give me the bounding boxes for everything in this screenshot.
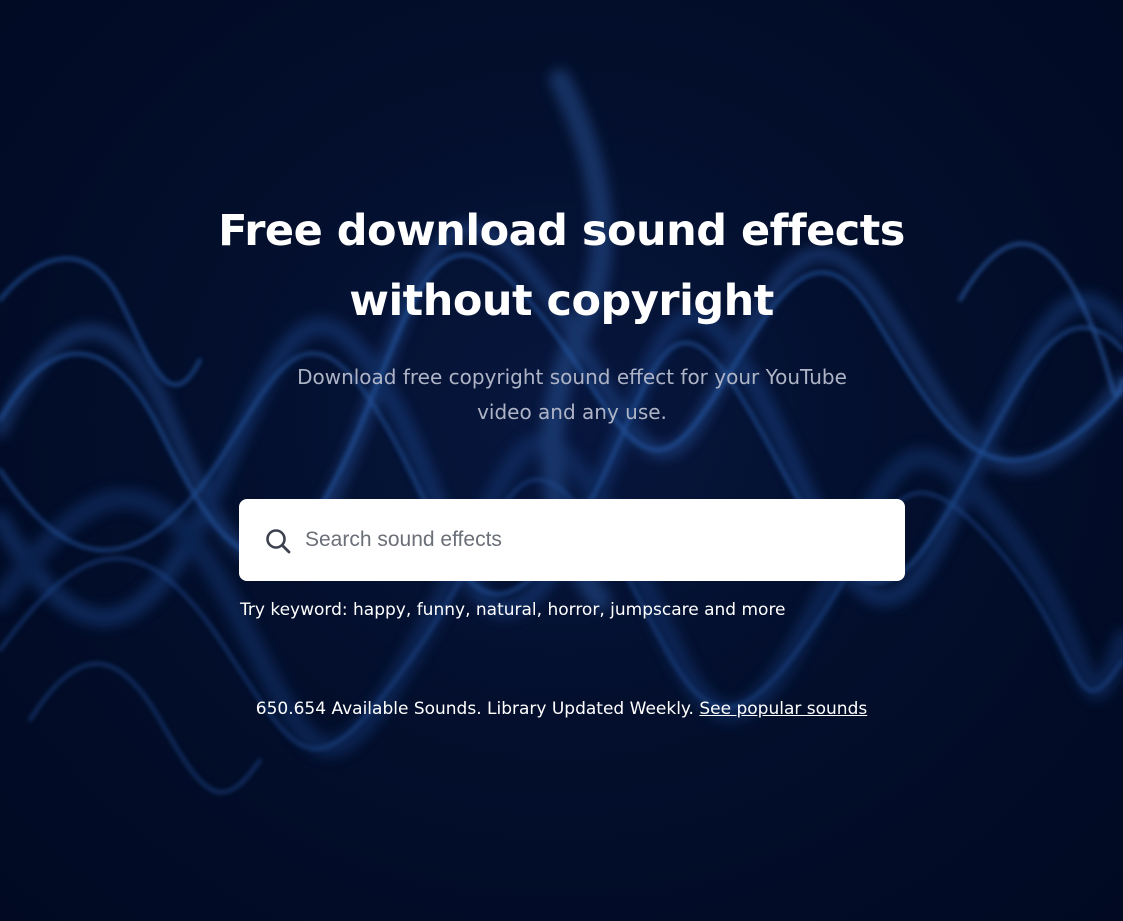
see-popular-sounds-link[interactable]: See popular sounds bbox=[699, 699, 867, 719]
keyword-link-natural[interactable]: natural bbox=[476, 600, 537, 620]
page-subtitle-line-1: Download free copyright sound effect for… bbox=[297, 365, 847, 389]
keyword-link-horror[interactable]: horror bbox=[547, 600, 599, 620]
page-title: Free download sound effects without copy… bbox=[0, 196, 1123, 336]
keyword-link-jumpscare[interactable]: jumpscare bbox=[610, 600, 699, 620]
search-input[interactable] bbox=[305, 520, 885, 560]
library-stats: 650.654 Available Sounds. Library Update… bbox=[0, 697, 1123, 721]
keyword-link-funny[interactable]: funny bbox=[417, 600, 465, 620]
keyword-suffix: and more bbox=[704, 600, 786, 620]
page-title-line-2: without copyright bbox=[349, 276, 774, 326]
hero-section: Free download sound effects without copy… bbox=[0, 0, 1123, 921]
library-stats-text: 650.654 Available Sounds. Library Update… bbox=[255, 699, 694, 719]
page-subtitle: Download free copyright sound effect for… bbox=[261, 360, 883, 430]
page-title-line-1: Free download sound effects bbox=[218, 206, 905, 256]
keyword-link-happy[interactable]: happy bbox=[353, 600, 406, 620]
keyword-prefix: Try keyword: bbox=[240, 600, 348, 620]
page-subtitle-line-2: video and any use. bbox=[477, 400, 667, 424]
keyword-suggestions: Try keyword: happy, funny, natural, horr… bbox=[240, 600, 786, 620]
search-icon[interactable] bbox=[264, 527, 292, 555]
hero-content: Free download sound effects without copy… bbox=[0, 0, 1123, 921]
